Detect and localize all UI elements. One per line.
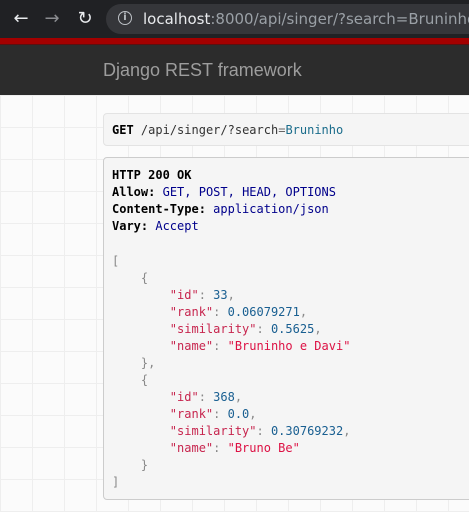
- navbar-brand[interactable]: Django REST framework: [103, 59, 302, 81]
- query-key: search: [234, 123, 279, 137]
- header-row: Allow: GET, POST, HEAD, OPTIONS: [112, 184, 336, 200]
- back-arrow-icon[interactable]: ←: [11, 9, 31, 29]
- drf-navbar: Django REST framework: [0, 45, 469, 95]
- json-key: "similarity": [169, 424, 257, 438]
- json-object-close: },: [140, 356, 156, 370]
- address-bar[interactable]: i localhost:8000/api/singer/?search=Brun…: [106, 4, 469, 34]
- json-value: "Bruninho e Davi": [227, 339, 351, 353]
- url-host: localhost: [143, 10, 211, 28]
- json-value: 368: [213, 390, 235, 404]
- json-key: "rank": [169, 305, 214, 319]
- json-value: 0.06079271: [227, 305, 300, 319]
- json-value: 0.5625: [270, 322, 315, 336]
- json-field: "name": "Bruno Be": [169, 441, 300, 455]
- header-key: Allow:: [112, 185, 156, 199]
- json-field: "similarity": 0.30769232,: [169, 424, 351, 438]
- reload-icon[interactable]: ↻: [75, 9, 95, 29]
- json-object-open: {: [140, 271, 149, 285]
- query-value: Bruninho: [285, 123, 344, 137]
- json-object-close: }: [140, 458, 149, 472]
- response-info: HTTP 200 OK Allow: GET, POST, HEAD, OPTI…: [103, 157, 469, 500]
- json-open-bracket: [: [112, 254, 120, 268]
- json-value: 0.0: [227, 407, 250, 421]
- json-field: "name": "Bruninho e Davi": [169, 339, 351, 353]
- url-text[interactable]: localhost:8000/api/singer/?search=Brunin…: [143, 10, 469, 28]
- forward-arrow-icon[interactable]: →: [42, 9, 62, 29]
- json-key: "id": [169, 288, 199, 302]
- header-row: Content-Type: application/json: [112, 201, 329, 217]
- header-value: GET, POST, HEAD, OPTIONS: [162, 185, 336, 199]
- json-value: 0.30769232: [270, 424, 344, 438]
- header-value: application/json: [213, 202, 329, 216]
- json-field: "rank": 0.0,: [169, 407, 257, 421]
- json-close-bracket: ]: [112, 475, 120, 489]
- json-key: "rank": [169, 407, 214, 421]
- browser-toolbar: ← → ↻ i localhost:8000/api/singer/?searc…: [0, 0, 469, 38]
- json-key: "similarity": [169, 322, 257, 336]
- header-row: Vary: Accept: [112, 218, 199, 234]
- json-value: "Bruno Be": [227, 441, 300, 455]
- json-field: "rank": 0.06079271,: [169, 305, 308, 319]
- json-field: "id": 368,: [169, 390, 243, 404]
- status-text: HTTP 200 OK: [112, 168, 192, 182]
- json-key: "name": [169, 441, 214, 455]
- url-path: :8000/api/singer/?search=Bruninho: [210, 10, 469, 28]
- json-key: "id": [169, 390, 199, 404]
- info-icon[interactable]: i: [118, 11, 132, 25]
- response-status: HTTP 200 OK: [112, 167, 191, 183]
- header-value: Accept: [155, 219, 199, 233]
- json-object-open: {: [140, 373, 149, 387]
- json-value: 33: [213, 288, 228, 302]
- request-method: GET: [112, 123, 134, 137]
- request-line: GET /api/singer/?search=Bruninho: [112, 122, 343, 138]
- request-info: GET /api/singer/?search=Bruninho: [103, 113, 469, 146]
- header-key: Content-Type:: [112, 202, 206, 216]
- json-field: "similarity": 0.5625,: [169, 322, 322, 336]
- header-key: Vary:: [112, 219, 149, 233]
- request-path: /api/singer/?: [140, 123, 235, 137]
- json-key: "name": [169, 339, 214, 353]
- json-field: "id": 33,: [169, 288, 235, 302]
